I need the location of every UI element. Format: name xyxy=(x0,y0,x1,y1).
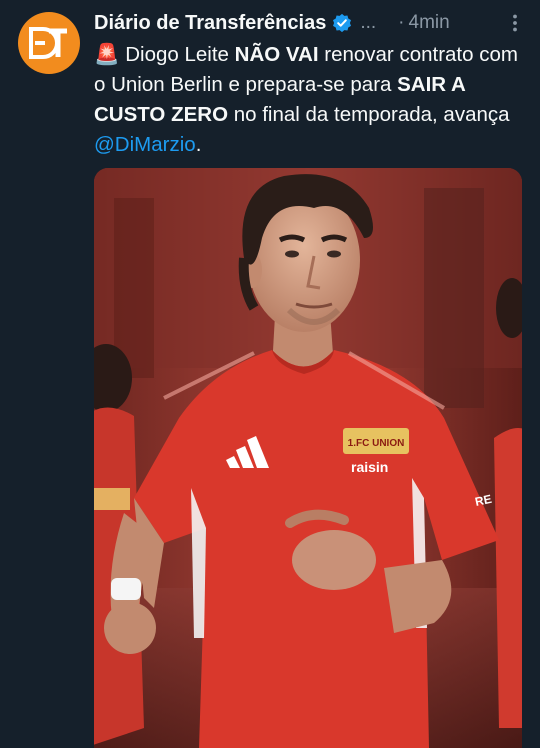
tweet[interactable]: Diário de Transferências ... · 4min 🚨 Di… xyxy=(0,0,540,748)
more-options-icon[interactable] xyxy=(504,12,526,34)
player-photo-illustration: 1.FC UNION raisin RE xyxy=(94,168,522,748)
tweet-header: Diário de Transferências ... · 4min xyxy=(94,8,526,38)
text-part: . xyxy=(195,133,202,156)
tweet-timestamp[interactable]: 4min xyxy=(409,12,450,34)
avatar-logo-icon xyxy=(29,27,67,59)
mention-link[interactable]: @DiMarzio xyxy=(94,133,196,156)
handle-truncated[interactable]: ... xyxy=(360,12,376,34)
text-part: no final da temporada, avança xyxy=(228,103,510,126)
text-part: Diogo Leite xyxy=(119,43,235,66)
text-bold: NÃO VAI xyxy=(234,43,319,66)
profile-avatar[interactable] xyxy=(18,12,80,74)
tweet-text: 🚨 Diogo Leite NÃO VAI renovar contrato c… xyxy=(94,40,524,160)
account-name[interactable]: Diário de Transferências xyxy=(94,12,326,35)
tweet-photo[interactable]: 1.FC UNION raisin RE xyxy=(94,168,522,748)
tweet-content: Diário de Transferências ... · 4min 🚨 Di… xyxy=(94,8,526,160)
siren-icon: 🚨 xyxy=(94,43,120,66)
sponsor-text: raisin xyxy=(351,459,388,475)
separator-dot: · xyxy=(398,12,405,33)
club-badge-text: 1.FC UNION xyxy=(348,438,405,449)
verified-badge-icon xyxy=(332,13,352,33)
